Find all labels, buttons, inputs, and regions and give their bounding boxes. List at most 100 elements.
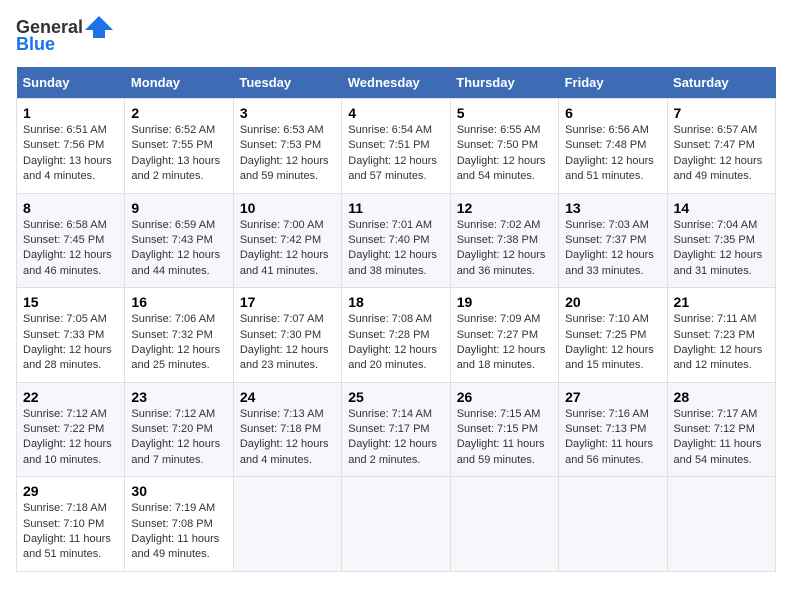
day-info: Sunrise: 7:19 AM Sunset: 7:08 PM Dayligh… xyxy=(131,501,226,563)
calendar-cell: 25 Sunrise: 7:14 AM Sunset: 7:17 PM Dayl… xyxy=(342,382,450,477)
weekday-header: Friday xyxy=(559,67,667,99)
calendar-cell: 8 Sunrise: 6:58 AM Sunset: 7:45 PM Dayli… xyxy=(17,193,125,288)
day-number: 16 xyxy=(131,294,226,310)
calendar-cell xyxy=(559,477,667,572)
day-info: Sunrise: 7:00 AM Sunset: 7:42 PM Dayligh… xyxy=(240,218,335,280)
day-info: Sunrise: 7:11 AM Sunset: 7:23 PM Dayligh… xyxy=(674,312,769,374)
day-info: Sunrise: 6:59 AM Sunset: 7:43 PM Dayligh… xyxy=(131,218,226,280)
calendar-cell: 26 Sunrise: 7:15 AM Sunset: 7:15 PM Dayl… xyxy=(450,382,558,477)
day-number: 1 xyxy=(23,105,118,121)
weekday-header: Monday xyxy=(125,67,233,99)
calendar-cell: 21 Sunrise: 7:11 AM Sunset: 7:23 PM Dayl… xyxy=(667,288,775,383)
day-number: 28 xyxy=(674,389,769,405)
day-info: Sunrise: 7:08 AM Sunset: 7:28 PM Dayligh… xyxy=(348,312,443,374)
day-info: Sunrise: 7:18 AM Sunset: 7:10 PM Dayligh… xyxy=(23,501,118,563)
day-info: Sunrise: 7:10 AM Sunset: 7:25 PM Dayligh… xyxy=(565,312,660,374)
day-info: Sunrise: 7:15 AM Sunset: 7:15 PM Dayligh… xyxy=(457,407,552,469)
calendar-cell: 3 Sunrise: 6:53 AM Sunset: 7:53 PM Dayli… xyxy=(233,99,341,194)
day-number: 15 xyxy=(23,294,118,310)
weekday-header: Thursday xyxy=(450,67,558,99)
calendar-cell: 23 Sunrise: 7:12 AM Sunset: 7:20 PM Dayl… xyxy=(125,382,233,477)
day-number: 23 xyxy=(131,389,226,405)
day-number: 20 xyxy=(565,294,660,310)
day-number: 21 xyxy=(674,294,769,310)
day-info: Sunrise: 6:53 AM Sunset: 7:53 PM Dayligh… xyxy=(240,123,335,185)
day-info: Sunrise: 7:01 AM Sunset: 7:40 PM Dayligh… xyxy=(348,218,443,280)
day-info: Sunrise: 7:09 AM Sunset: 7:27 PM Dayligh… xyxy=(457,312,552,374)
day-info: Sunrise: 7:17 AM Sunset: 7:12 PM Dayligh… xyxy=(674,407,769,469)
day-number: 4 xyxy=(348,105,443,121)
weekday-header: Tuesday xyxy=(233,67,341,99)
calendar-cell: 9 Sunrise: 6:59 AM Sunset: 7:43 PM Dayli… xyxy=(125,193,233,288)
calendar-cell: 6 Sunrise: 6:56 AM Sunset: 7:48 PM Dayli… xyxy=(559,99,667,194)
calendar-cell: 18 Sunrise: 7:08 AM Sunset: 7:28 PM Dayl… xyxy=(342,288,450,383)
calendar-cell: 12 Sunrise: 7:02 AM Sunset: 7:38 PM Dayl… xyxy=(450,193,558,288)
day-info: Sunrise: 7:05 AM Sunset: 7:33 PM Dayligh… xyxy=(23,312,118,374)
logo: General Blue xyxy=(16,16,113,55)
calendar-cell: 22 Sunrise: 7:12 AM Sunset: 7:22 PM Dayl… xyxy=(17,382,125,477)
logo-text-blue: Blue xyxy=(16,34,55,55)
day-number: 13 xyxy=(565,200,660,216)
day-number: 27 xyxy=(565,389,660,405)
day-number: 22 xyxy=(23,389,118,405)
calendar-cell: 20 Sunrise: 7:10 AM Sunset: 7:25 PM Dayl… xyxy=(559,288,667,383)
calendar-cell: 14 Sunrise: 7:04 AM Sunset: 7:35 PM Dayl… xyxy=(667,193,775,288)
day-number: 24 xyxy=(240,389,335,405)
weekday-header: Sunday xyxy=(17,67,125,99)
logo-container: General Blue xyxy=(16,16,113,55)
day-info: Sunrise: 6:56 AM Sunset: 7:48 PM Dayligh… xyxy=(565,123,660,185)
day-number: 26 xyxy=(457,389,552,405)
day-info: Sunrise: 7:03 AM Sunset: 7:37 PM Dayligh… xyxy=(565,218,660,280)
day-number: 19 xyxy=(457,294,552,310)
day-number: 18 xyxy=(348,294,443,310)
calendar-cell xyxy=(667,477,775,572)
day-number: 6 xyxy=(565,105,660,121)
day-info: Sunrise: 7:16 AM Sunset: 7:13 PM Dayligh… xyxy=(565,407,660,469)
day-number: 7 xyxy=(674,105,769,121)
day-number: 10 xyxy=(240,200,335,216)
calendar-week-row: 22 Sunrise: 7:12 AM Sunset: 7:22 PM Dayl… xyxy=(17,382,776,477)
day-info: Sunrise: 6:55 AM Sunset: 7:50 PM Dayligh… xyxy=(457,123,552,185)
day-info: Sunrise: 7:12 AM Sunset: 7:20 PM Dayligh… xyxy=(131,407,226,469)
calendar-cell: 19 Sunrise: 7:09 AM Sunset: 7:27 PM Dayl… xyxy=(450,288,558,383)
calendar-cell: 7 Sunrise: 6:57 AM Sunset: 7:47 PM Dayli… xyxy=(667,99,775,194)
calendar-cell: 2 Sunrise: 6:52 AM Sunset: 7:55 PM Dayli… xyxy=(125,99,233,194)
calendar-week-row: 1 Sunrise: 6:51 AM Sunset: 7:56 PM Dayli… xyxy=(17,99,776,194)
day-info: Sunrise: 7:04 AM Sunset: 7:35 PM Dayligh… xyxy=(674,218,769,280)
day-info: Sunrise: 6:58 AM Sunset: 7:45 PM Dayligh… xyxy=(23,218,118,280)
day-info: Sunrise: 7:02 AM Sunset: 7:38 PM Dayligh… xyxy=(457,218,552,280)
day-number: 5 xyxy=(457,105,552,121)
calendar-cell: 5 Sunrise: 6:55 AM Sunset: 7:50 PM Dayli… xyxy=(450,99,558,194)
calendar-week-row: 29 Sunrise: 7:18 AM Sunset: 7:10 PM Dayl… xyxy=(17,477,776,572)
calendar-body: 1 Sunrise: 6:51 AM Sunset: 7:56 PM Dayli… xyxy=(17,99,776,572)
calendar-week-row: 15 Sunrise: 7:05 AM Sunset: 7:33 PM Dayl… xyxy=(17,288,776,383)
day-number: 9 xyxy=(131,200,226,216)
day-info: Sunrise: 7:14 AM Sunset: 7:17 PM Dayligh… xyxy=(348,407,443,469)
header: General Blue xyxy=(16,16,776,55)
day-number: 29 xyxy=(23,483,118,499)
day-info: Sunrise: 6:57 AM Sunset: 7:47 PM Dayligh… xyxy=(674,123,769,185)
calendar-cell xyxy=(342,477,450,572)
calendar-cell: 13 Sunrise: 7:03 AM Sunset: 7:37 PM Dayl… xyxy=(559,193,667,288)
day-info: Sunrise: 6:51 AM Sunset: 7:56 PM Dayligh… xyxy=(23,123,118,185)
calendar-cell: 15 Sunrise: 7:05 AM Sunset: 7:33 PM Dayl… xyxy=(17,288,125,383)
day-info: Sunrise: 7:06 AM Sunset: 7:32 PM Dayligh… xyxy=(131,312,226,374)
calendar-week-row: 8 Sunrise: 6:58 AM Sunset: 7:45 PM Dayli… xyxy=(17,193,776,288)
calendar-cell: 29 Sunrise: 7:18 AM Sunset: 7:10 PM Dayl… xyxy=(17,477,125,572)
calendar-cell: 27 Sunrise: 7:16 AM Sunset: 7:13 PM Dayl… xyxy=(559,382,667,477)
day-number: 2 xyxy=(131,105,226,121)
day-info: Sunrise: 6:54 AM Sunset: 7:51 PM Dayligh… xyxy=(348,123,443,185)
day-number: 3 xyxy=(240,105,335,121)
calendar-table: SundayMondayTuesdayWednesdayThursdayFrid… xyxy=(16,67,776,572)
day-number: 11 xyxy=(348,200,443,216)
day-number: 17 xyxy=(240,294,335,310)
day-number: 30 xyxy=(131,483,226,499)
calendar-cell: 28 Sunrise: 7:17 AM Sunset: 7:12 PM Dayl… xyxy=(667,382,775,477)
calendar-cell: 24 Sunrise: 7:13 AM Sunset: 7:18 PM Dayl… xyxy=(233,382,341,477)
day-number: 14 xyxy=(674,200,769,216)
calendar-cell: 11 Sunrise: 7:01 AM Sunset: 7:40 PM Dayl… xyxy=(342,193,450,288)
calendar-cell xyxy=(233,477,341,572)
day-info: Sunrise: 7:12 AM Sunset: 7:22 PM Dayligh… xyxy=(23,407,118,469)
calendar-cell xyxy=(450,477,558,572)
weekday-header: Saturday xyxy=(667,67,775,99)
